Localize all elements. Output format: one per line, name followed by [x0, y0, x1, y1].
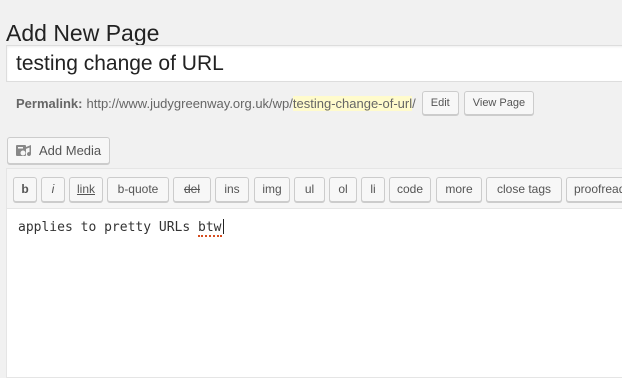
qt-italic-button[interactable]: i	[41, 177, 65, 202]
qt-ul-button[interactable]: ul	[294, 177, 325, 202]
permalink-base-url: http://www.judygreenway.org.uk/wp/	[86, 95, 293, 111]
qt-ins-button[interactable]: ins	[215, 177, 249, 202]
add-media-label: Add Media	[39, 143, 102, 158]
post-title-input[interactable]	[7, 46, 622, 81]
add-media-button[interactable]: Add Media	[7, 137, 111, 164]
permalink-trailing-slash: /	[412, 95, 416, 111]
permalink-row: Permalink: http://www.judygreenway.org.u…	[16, 91, 535, 115]
editor-content: applies to pretty URLs btw	[18, 219, 224, 237]
qt-del-button[interactable]: del	[173, 177, 211, 202]
content-editor-textarea[interactable]: applies to pretty URLs btw	[6, 208, 622, 378]
qt-bold-button[interactable]: b	[13, 177, 37, 202]
qt-close-tags-button[interactable]: close tags	[486, 177, 562, 202]
qt-link-button[interactable]: link	[69, 177, 103, 202]
qt-code-button[interactable]: code	[389, 177, 431, 202]
text-caret	[222, 219, 224, 234]
quicktags-toolbar: b i link b-quote del ins img ul ol li co…	[6, 168, 622, 208]
qt-ol-button[interactable]: ol	[329, 177, 357, 202]
permalink-slug[interactable]: testing-change-of-url	[292, 95, 413, 111]
qt-img-button[interactable]: img	[254, 177, 290, 202]
media-icon	[15, 142, 33, 160]
qt-li-button[interactable]: li	[361, 177, 385, 202]
qt-proofread-button[interactable]: proofread	[566, 177, 622, 202]
view-page-button[interactable]: View Page	[463, 91, 535, 115]
title-field-wrapper	[6, 45, 622, 82]
editor-text: applies to pretty URLs	[18, 220, 199, 235]
edit-permalink-button[interactable]: Edit	[421, 91, 459, 115]
qt-more-button[interactable]: more	[436, 177, 482, 202]
permalink-label: Permalink:	[16, 95, 83, 111]
qt-blockquote-button[interactable]: b-quote	[107, 177, 169, 202]
misspelled-word: btw	[198, 220, 222, 237]
